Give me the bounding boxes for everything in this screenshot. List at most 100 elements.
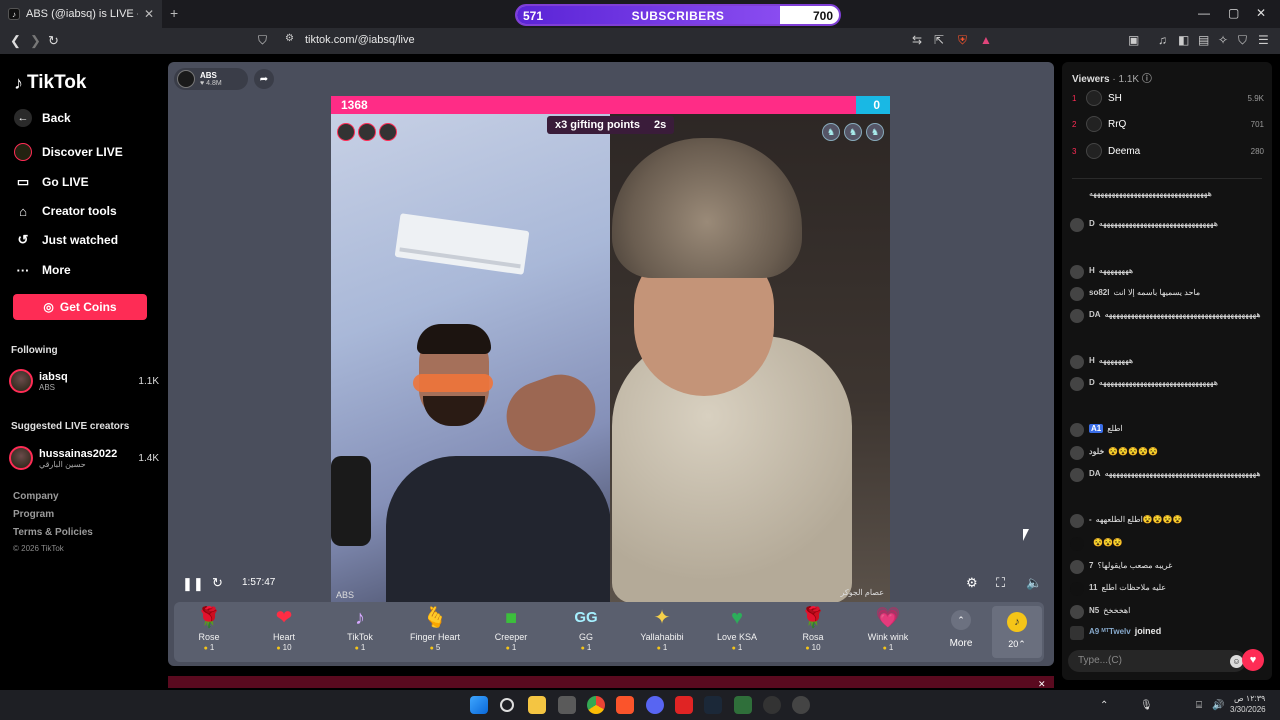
info-icon[interactable]: ⓘ xyxy=(1142,74,1152,85)
like-heart-icon[interactable]: ♥ xyxy=(1242,649,1264,671)
chat-message[interactable]: 11 عليه ملاحظات اطلع xyxy=(1070,582,1266,596)
rewards-icon[interactable]: ▲ xyxy=(980,33,992,47)
gift-love-ksa[interactable]: ♥ Love KSA 1 xyxy=(702,606,772,652)
minimize-button[interactable]: — xyxy=(1198,6,1210,20)
chat-message[interactable]: DA هههههههههههههههههههههههههههههههههههههه… xyxy=(1070,309,1266,323)
site-info-icon[interactable]: ⚙ xyxy=(285,33,294,44)
pause-icon[interactable]: ❚❚ xyxy=(182,576,204,592)
gift-finger-heart[interactable]: 🫰 Finger Heart 5 xyxy=(400,606,470,652)
chat-message[interactable]: A1 اطلع xyxy=(1070,423,1266,437)
chat-message[interactable]: N5 اهخخخخ xyxy=(1070,605,1266,619)
search-icon[interactable] xyxy=(500,698,514,712)
chevron-up-icon[interactable]: ⌃ xyxy=(1100,700,1108,711)
chrome-icon[interactable] xyxy=(587,696,605,714)
chat-input[interactable]: Type...(C) xyxy=(1068,650,1246,672)
avatar[interactable] xyxy=(358,123,376,141)
close-tab-icon[interactable]: ✕ xyxy=(144,7,154,21)
nav-back[interactable]: ← Back xyxy=(14,109,71,127)
gift-rose[interactable]: 🌹 Rose 1 xyxy=(174,606,244,652)
sidebar-toggle-icon[interactable]: ◧ xyxy=(1178,33,1189,47)
fullscreen-icon[interactable]: ⛶ xyxy=(996,575,1005,591)
clock-time[interactable]: ١٢:٣٩ ص xyxy=(1234,694,1265,703)
back-icon[interactable]: ❮ xyxy=(10,33,21,49)
vpn-icon[interactable]: ⛉ xyxy=(1238,33,1247,48)
new-tab-button[interactable]: + xyxy=(170,5,178,21)
obs-icon[interactable] xyxy=(792,696,810,714)
start-icon[interactable] xyxy=(470,696,488,714)
url-text[interactable]: tiktok.com/@iabsq/live xyxy=(305,34,415,46)
media-icon[interactable]: ♫ xyxy=(1158,33,1167,47)
screenshot-icon[interactable]: ▣ xyxy=(1128,33,1139,47)
ai-icon[interactable]: ✧ xyxy=(1218,33,1228,47)
chat-message[interactable]: H ههههههههه xyxy=(1070,265,1266,279)
suggested-account[interactable]: hussainas2022 حسين البارقي 1.4K xyxy=(9,445,159,471)
adobe-icon[interactable] xyxy=(675,696,693,714)
top-viewer[interactable]: 1 SH 5.9K xyxy=(1072,89,1264,107)
empty-seat-icon[interactable]: ♞ xyxy=(844,123,862,141)
maximize-button[interactable]: ▢ xyxy=(1228,6,1239,20)
chat-message[interactable]: ههههههههههههههههههههههههههههههههه xyxy=(1070,188,1266,202)
brave-icon[interactable] xyxy=(616,696,634,714)
network-icon[interactable]: ⌸ xyxy=(1196,700,1202,711)
discord-icon[interactable] xyxy=(646,696,664,714)
chat-message[interactable]: 7 غريبه مصعب مايقولها؟ xyxy=(1070,560,1266,574)
more-gifts-button[interactable]: ⌃ More xyxy=(936,610,986,649)
gift-wink-wink[interactable]: 💗 Wink wink 1 xyxy=(853,606,923,652)
chat-message[interactable]: A9 ᴹᵀTwelv joined xyxy=(1070,626,1266,640)
empty-seat-icon[interactable]: ♞ xyxy=(822,123,840,141)
gift-tiktok[interactable]: ♪ TikTok 1 xyxy=(325,606,395,652)
share-page-icon[interactable]: ⇱ xyxy=(934,33,944,47)
wallet-icon[interactable]: ▤ xyxy=(1198,33,1209,47)
tiktok-logo[interactable]: ♪ TikTok xyxy=(14,72,86,94)
translate-icon[interactable]: ⇆ xyxy=(912,33,922,47)
browser-tab[interactable]: ♪ ABS (@iabsq) is LIVE - TikTok ✕ xyxy=(0,0,162,28)
chat-message[interactable]: H ههههههههه xyxy=(1070,355,1266,369)
host-info[interactable]: ABS ♥ 4.8M xyxy=(174,68,248,90)
close-banner-icon[interactable]: ✕ xyxy=(1038,679,1046,690)
forward-icon[interactable]: ❯ xyxy=(30,33,41,49)
chat-message[interactable]: - اطلع الطلعههه😵😵😵😵 xyxy=(1070,514,1266,528)
nav-discover-live[interactable]: Discover LIVE xyxy=(14,143,123,161)
footer-link-terms[interactable]: Terms & Policies xyxy=(13,527,93,538)
top-viewer[interactable]: 2 RrQ 701 xyxy=(1072,115,1264,133)
live-video[interactable]: 1368 0 x3 gifting points 2s ♞ ♞ ♞ ABS عصام… xyxy=(331,96,890,603)
nav-go-live[interactable]: ▭ Go LIVE xyxy=(14,173,89,191)
file-explorer-icon[interactable] xyxy=(528,696,546,714)
nav-more[interactable]: ··· More xyxy=(14,261,71,279)
chat-message[interactable]: D هههههههههههههههههههههههههههههههه xyxy=(1070,218,1266,232)
footer-link-program[interactable]: Program xyxy=(13,509,54,520)
gift-gg[interactable]: GG GG 1 xyxy=(551,606,621,652)
speaker-icon[interactable]: 🔊 xyxy=(1212,700,1224,711)
promo-banner[interactable] xyxy=(168,676,1054,688)
mic-icon[interactable]: 🎙 xyxy=(1140,700,1153,711)
reload-icon[interactable]: ↻ xyxy=(48,33,59,49)
top-viewer[interactable]: 3 Deema 280 xyxy=(1072,142,1264,160)
chat-message[interactable]: so82l ماحد يسميها باسمه إلا انت xyxy=(1070,287,1266,301)
menu-icon[interactable]: ☰ xyxy=(1258,33,1269,47)
emoji-icon[interactable]: ☺ xyxy=(1230,655,1243,668)
store-icon[interactable] xyxy=(558,696,576,714)
footer-link-company[interactable]: Company xyxy=(13,491,59,502)
gift-creeper[interactable]: ■ Creeper 1 xyxy=(476,606,546,652)
bookmark-icon[interactable]: ⛉ xyxy=(258,33,267,48)
gift-heart[interactable]: ❤ Heart 10 xyxy=(249,606,319,652)
refresh-icon[interactable]: ↻ xyxy=(212,575,223,591)
gift-rosa[interactable]: 🌹 Rosa 10 xyxy=(778,606,848,652)
settings-icon[interactable]: ⚙ xyxy=(966,575,978,591)
get-coins-button[interactable]: ◎ Get Coins xyxy=(13,294,147,320)
chat-message[interactable]: DA هههههههههههههههههههههههههههههههههههههه… xyxy=(1070,468,1266,482)
empty-seat-icon[interactable]: ♞ xyxy=(866,123,884,141)
chat-message[interactable]: 😵😵😵 xyxy=(1070,537,1266,551)
chat-message[interactable]: خلود 😵😵😵😵😵 xyxy=(1070,446,1266,460)
brave-shield-icon[interactable]: ⛨ xyxy=(958,33,967,48)
chat-message[interactable]: D هههههههههههههههههههههههههههههههه xyxy=(1070,377,1266,391)
steam-icon[interactable] xyxy=(704,696,722,714)
following-account[interactable]: iabsq ABS 1.1K xyxy=(9,368,159,394)
nav-just-watched[interactable]: ↺ Just watched xyxy=(14,231,118,249)
clock-date[interactable]: 3/30/2026 xyxy=(1230,705,1266,714)
excel-icon[interactable] xyxy=(734,696,752,714)
avatar[interactable] xyxy=(379,123,397,141)
gift-yallahabibi[interactable]: ✦ Yallahabibi 1 xyxy=(627,606,697,652)
volume-icon[interactable]: 🔈 xyxy=(1026,575,1042,591)
nav-creator-tools[interactable]: ⌂ Creator tools xyxy=(14,202,117,220)
